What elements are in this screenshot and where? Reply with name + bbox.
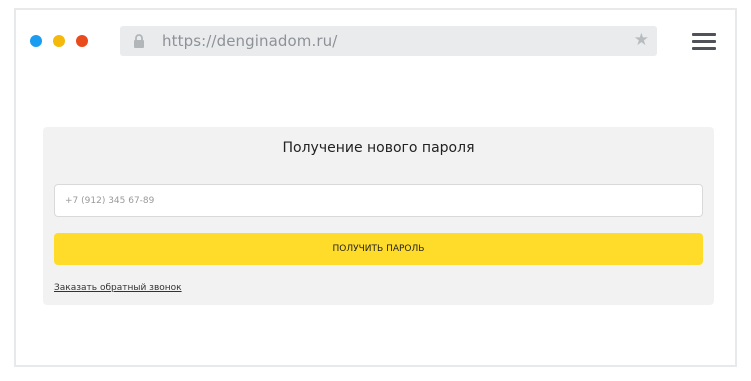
form-title: Получение нового пароля [282, 140, 475, 156]
window-dot-yellow [53, 35, 65, 47]
password-recovery-card: Получение нового пароля ПОЛУЧИТЬ ПАРОЛЬ … [43, 127, 714, 305]
get-password-button[interactable]: ПОЛУЧИТЬ ПАРОЛЬ [54, 233, 703, 265]
lock-icon [133, 34, 145, 48]
phone-input[interactable] [54, 184, 703, 217]
window-dot-blue [30, 35, 42, 47]
callback-link[interactable]: Заказать обратный звонок [54, 283, 182, 293]
hamburger-menu-icon[interactable] [692, 33, 716, 51]
address-bar[interactable]: https://denginadom.ru/ ★ [120, 26, 657, 56]
url-text[interactable]: https://denginadom.ru/ [162, 32, 337, 50]
window-dot-red [76, 35, 88, 47]
star-icon[interactable]: ★ [634, 31, 649, 48]
